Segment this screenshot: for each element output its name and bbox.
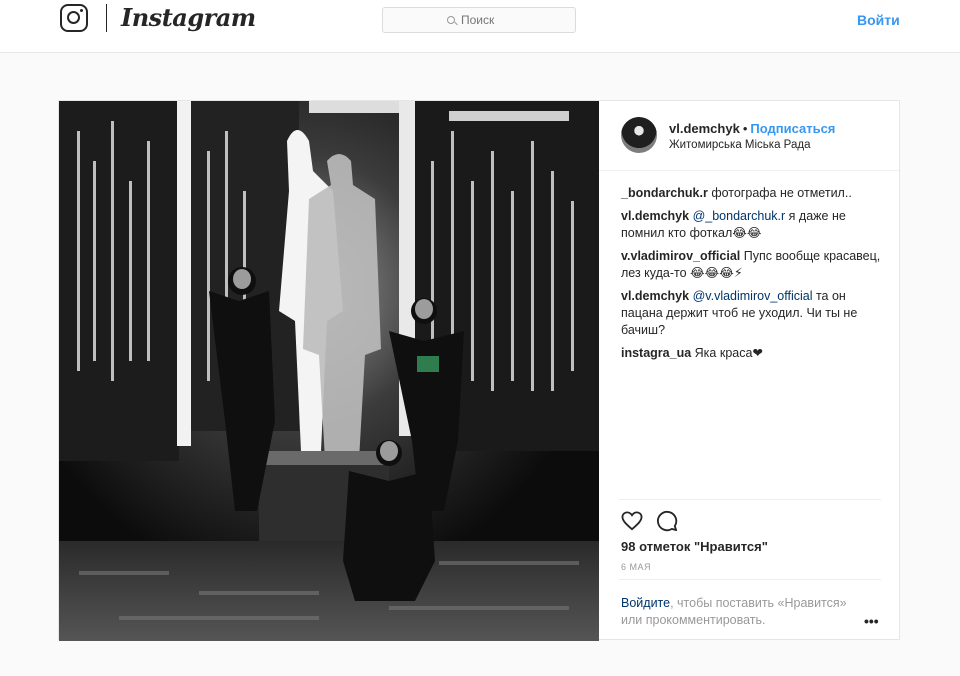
- comment: vl.demchyk @v.vladimirov_official та он …: [621, 288, 883, 339]
- post-card: vl.demchyk • Подписаться Житомирська Міськ…: [58, 100, 901, 641]
- post-date[interactable]: 6 МАЯ: [621, 562, 651, 572]
- comment: _bondarchuk.r фотографа не отметил..: [621, 185, 883, 202]
- author-row: vl.demchyk • Подписаться: [669, 121, 835, 136]
- post-location[interactable]: Житомирська Міська Рада: [669, 139, 810, 151]
- comment-mention[interactable]: @_bondarchuk.r: [693, 209, 786, 223]
- search-input[interactable]: [461, 13, 511, 27]
- comment-username[interactable]: instagra_ua: [621, 346, 691, 360]
- comment-username[interactable]: _bondarchuk.r: [621, 186, 708, 200]
- comment-text: фотографа не отметил..: [711, 186, 852, 200]
- comment-mention[interactable]: @v.vladimirov_official: [693, 289, 813, 303]
- follow-button[interactable]: Подписаться: [750, 121, 835, 136]
- search-icon: [447, 16, 455, 24]
- post-header: vl.demchyk • Подписаться Житомирська Міськ…: [599, 101, 901, 171]
- divider: [619, 579, 881, 580]
- comment-username[interactable]: vl.demchyk: [621, 289, 689, 303]
- comment-username[interactable]: vl.demchyk: [621, 209, 689, 223]
- comment-icon[interactable]: [656, 510, 678, 532]
- more-options-button[interactable]: •••: [864, 613, 879, 629]
- search-box[interactable]: [382, 7, 576, 33]
- login-prompt-link[interactable]: Войдите: [621, 596, 670, 610]
- login-button[interactable]: Войти: [857, 12, 900, 28]
- top-navigation-bar: Instagram Войти: [0, 0, 960, 53]
- heart-icon[interactable]: [621, 511, 643, 531]
- login-prompt: Войдите, чтобы поставить «Нравится» или …: [621, 595, 861, 629]
- instagram-logo-icon[interactable]: [60, 4, 88, 32]
- comment: v.vladimirov_official Пупс вообще красав…: [621, 248, 883, 282]
- avatar[interactable]: [621, 117, 657, 153]
- likes-count[interactable]: 98 отметок "Нравится": [621, 539, 768, 554]
- post-photo[interactable]: [59, 101, 599, 641]
- author-username[interactable]: vl.demchyk: [669, 121, 740, 136]
- comment: vl.demchyk @_bondarchuk.r я даже не помн…: [621, 208, 883, 242]
- divider: [619, 499, 881, 500]
- comment-text: Яка краса❤: [694, 346, 763, 360]
- separator-dot: •: [742, 121, 748, 136]
- comment-username[interactable]: v.vladimirov_official: [621, 249, 740, 263]
- comment: instagra_ua Яка краса❤: [621, 345, 883, 362]
- comment-list: _bondarchuk.r фотографа не отметил.. vl.…: [621, 185, 883, 368]
- logo-divider: [106, 4, 107, 32]
- instagram-wordmark[interactable]: Instagram: [121, 3, 256, 32]
- post-sidebar: vl.demchyk • Подписаться Житомирська Міськ…: [599, 101, 901, 641]
